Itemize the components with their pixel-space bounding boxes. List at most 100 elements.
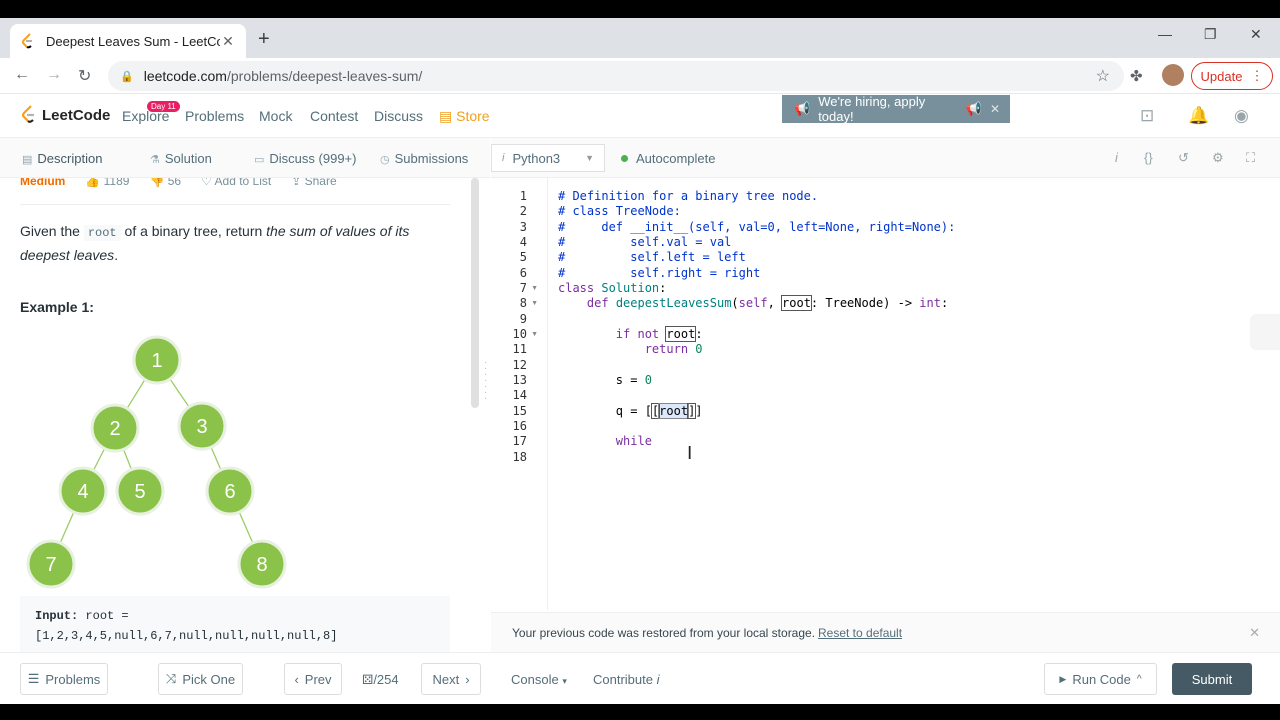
tree-node-5-label: 5 — [134, 481, 145, 503]
minimize-icon[interactable]: — — [1158, 26, 1172, 42]
info-icon-toolbar[interactable]: i — [1115, 150, 1118, 165]
dislikes[interactable]: 👎 56 — [149, 178, 181, 188]
line-number: 8 — [519, 296, 527, 310]
code-line: # Definition for a binary tree node. — [558, 189, 819, 203]
tab-submissions[interactable]: ◷ Submissions — [380, 151, 468, 166]
nav-contest[interactable]: Contest — [310, 108, 358, 124]
problem-meta: Medium 👍 1189 👎 56 ♡ Add to List ⇪ Share — [20, 178, 337, 188]
statement-part-1: Given the — [20, 223, 84, 239]
close-notice-icon[interactable]: ✕ — [1249, 625, 1260, 641]
next-label: Next — [432, 671, 460, 687]
hiring-banner[interactable]: 📢 We're hiring, apply today! 📢 ✕ — [782, 94, 1010, 124]
tree-edges — [50, 359, 263, 565]
browser-tab[interactable]: Deepest Leaves Sum - LeetCode ✕ — [10, 24, 246, 58]
fold-arrow-icon[interactable]: ▼ — [531, 331, 538, 338]
code-line: # self.left = left — [558, 250, 746, 264]
tab-description[interactable]: ▤ Description — [22, 151, 102, 166]
submit-button[interactable]: Submit — [1172, 663, 1252, 695]
autocomplete-label: Autocomplete — [636, 151, 716, 166]
code-line: # self.val = val — [558, 235, 732, 249]
likes[interactable]: 👍 1189 — [85, 178, 129, 188]
contribute-label: Contribute — [593, 672, 653, 687]
close-tab-icon[interactable]: ✕ — [220, 33, 236, 50]
contribute-link[interactable]: Contribute i — [593, 672, 660, 687]
prev-button[interactable]: ‹ Prev — [284, 663, 342, 695]
url-input[interactable]: 🔒 leetcode.com /problems/deepest-leaves-… — [108, 61, 1124, 91]
console-toggle[interactable]: Console ▾ — [511, 672, 567, 687]
line-number-gutter: 1 2 3 4 5 6 7 ▼ 8 ▼ 9 10 ▼ 11 12 13 14 1… — [491, 178, 548, 610]
update-button[interactable]: Update ⋮ — [1191, 62, 1273, 90]
tree-node-8-label: 8 — [256, 554, 267, 576]
code-line: q = [[root]] — [558, 403, 703, 419]
lock-icon: 🔒 — [120, 70, 134, 83]
nav-discuss[interactable]: Discuss — [374, 108, 423, 124]
autocomplete-toggle[interactable]: Autocomplete — [621, 151, 716, 166]
tab-solution[interactable]: ⚗ Solution — [150, 151, 212, 166]
add-to-list[interactable]: ♡ Add to List — [201, 178, 271, 188]
code-line: def deepestLeavesSum(self, root: TreeNod… — [586, 295, 949, 311]
tree-node-4: 4 — [58, 466, 108, 516]
line-number: 3 — [519, 220, 527, 234]
side-panel-tab[interactable] — [1250, 314, 1280, 350]
language-label: Python3 — [512, 150, 561, 166]
close-banner-icon[interactable]: ✕ — [990, 102, 1000, 116]
leetcode-nav: LeetCode Explore Day 11 Problems Mock Co… — [0, 94, 1280, 138]
profile-avatar[interactable] — [1162, 64, 1184, 86]
playground-icon[interactable]: ⊡ — [1140, 106, 1154, 126]
line-number: 12 — [512, 358, 527, 372]
clock-icon: ◷ — [380, 154, 390, 166]
problems-button[interactable]: ☰ Problems — [20, 663, 108, 695]
nav-store[interactable]: ▤ Store — [439, 108, 490, 125]
line-number: 15 — [512, 404, 527, 418]
share[interactable]: ⇪ Share — [291, 178, 336, 188]
tab-discuss[interactable]: ▭ Discuss (999+) — [254, 151, 356, 166]
reload-icon[interactable]: ↻ — [78, 66, 91, 86]
update-label: Update — [1200, 68, 1243, 84]
bell-icon[interactable]: 🔔 — [1188, 106, 1209, 126]
settings-icon[interactable]: ⚙ — [1212, 150, 1224, 166]
input-label: Input: — [35, 609, 79, 623]
url-path: /problems/deepest-leaves-sum/ — [226, 68, 423, 84]
description-scrollbar[interactable] — [471, 178, 479, 408]
description-icon: ▤ — [22, 154, 33, 166]
line-number: 14 — [512, 388, 527, 402]
next-button[interactable]: Next › — [421, 663, 481, 695]
share-icon: ⇪ — [291, 178, 305, 188]
line-number: 13 — [512, 373, 527, 387]
close-window-icon[interactable]: ✕ — [1250, 26, 1262, 43]
bookmark-star-icon[interactable]: ☆ — [1096, 66, 1110, 86]
fold-arrow-icon[interactable]: ▼ — [531, 285, 538, 292]
console-label: Console — [511, 672, 559, 687]
input-value: root = [1,2,3,4,5,null,6,7,null,null,nul… — [35, 609, 338, 643]
leetcode-logo[interactable]: LeetCode — [20, 105, 110, 125]
line-number: 18 — [512, 450, 527, 464]
tree-node-1: 1 — [132, 335, 182, 385]
user-icon[interactable]: ◉ — [1234, 106, 1249, 126]
tree-node-7: 7 — [26, 539, 76, 589]
dislikes-count: 56 — [167, 178, 182, 188]
restore-window-icon[interactable]: ❐ — [1204, 26, 1217, 43]
fold-arrow-icon[interactable]: ▼ — [531, 300, 538, 307]
nav-problems[interactable]: Problems — [185, 108, 244, 124]
braces-icon[interactable]: {} — [1144, 150, 1153, 165]
fullscreen-icon[interactable]: ⛶ — [1246, 150, 1255, 166]
back-icon[interactable]: ← — [14, 66, 30, 84]
counter-label: /254 — [373, 672, 399, 687]
tree-node-6: 6 — [205, 466, 255, 516]
reset-to-default-link[interactable]: Reset to default — [818, 626, 902, 640]
run-code-button[interactable]: ▶ Run Code ^ — [1044, 663, 1157, 695]
nav-mock[interactable]: Mock — [259, 108, 292, 124]
comment-icon: ▭ — [254, 154, 265, 166]
reset-icon[interactable]: ↺ — [1178, 150, 1189, 166]
thumbs-down-icon: 👎 — [149, 178, 168, 188]
language-select[interactable]: i Python3 ▼ — [491, 144, 605, 172]
text-cursor-icon: I — [687, 443, 693, 464]
pick-one-button[interactable]: ⤨ Pick One — [158, 663, 243, 695]
code-editor[interactable]: 1 2 3 4 5 6 7 ▼ 8 ▼ 9 10 ▼ 11 12 13 14 1… — [491, 178, 1280, 610]
extensions-icon[interactable]: ✤ — [1130, 67, 1143, 85]
panel-splitter-handle[interactable]: · · · · · · · — [484, 358, 488, 404]
flask-icon: ⚗ — [150, 154, 160, 166]
line-number: 9 — [519, 312, 527, 326]
new-tab-icon[interactable]: + — [258, 28, 270, 51]
forward-icon[interactable]: → — [46, 66, 62, 84]
